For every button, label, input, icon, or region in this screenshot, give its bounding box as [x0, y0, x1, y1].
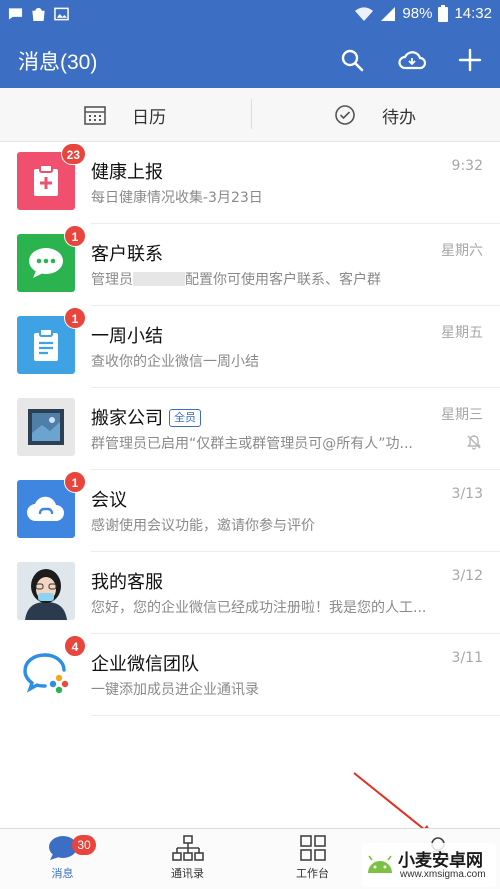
avatar: 4	[17, 635, 86, 702]
avatar: 1	[17, 225, 86, 292]
avatar: 1	[17, 307, 86, 374]
unread-badge: 1	[64, 471, 86, 493]
message-time: 星期六	[441, 243, 483, 259]
wecom-logo-icon	[23, 653, 69, 694]
plus-icon	[458, 48, 482, 72]
search-button[interactable]	[336, 44, 368, 76]
message-row-wecom-team[interactable]: 4 企业微信团队 一键添加成员进企业通讯录 3/11	[0, 634, 500, 716]
message-title: 一周小结	[91, 326, 163, 347]
message-time: 星期五	[441, 325, 483, 341]
battery-icon	[438, 5, 449, 22]
message-row-meeting[interactable]: 1 会议 感谢使用会议功能，邀请你参与评价 3/13	[0, 470, 500, 552]
avatar: 1	[17, 471, 86, 538]
message-preview: 感谢使用会议功能，邀请你参与评价	[91, 518, 315, 534]
message-title: 会议	[91, 490, 127, 511]
avatar	[17, 398, 75, 456]
message-preview-part-a: 管理员	[91, 272, 133, 288]
redacted-block	[133, 272, 185, 286]
message-row-health-report[interactable]: 23 健康上报 每日健康情况收集-3月23日 9:32	[0, 142, 500, 224]
cloud-icon	[398, 51, 426, 70]
message-time: 3/12	[451, 568, 483, 584]
tab-label: 消息	[51, 867, 74, 880]
wifi-icon	[355, 6, 374, 21]
message-preview: 每日健康情况收集-3月23日	[91, 190, 263, 206]
signal-icon	[381, 6, 396, 21]
message-preview: 查收你的企业微信一周小结	[91, 354, 259, 370]
avatar	[17, 562, 75, 620]
message-title: 客户联系	[91, 244, 163, 265]
bell-off-icon	[467, 435, 481, 450]
check-circle-icon	[335, 105, 355, 125]
message-row-weekly-summary[interactable]: 1 一周小结 查收你的企业微信一周小结 星期五	[0, 306, 500, 388]
unread-badge: 1	[64, 307, 86, 329]
search-icon	[341, 49, 364, 72]
image-icon	[54, 7, 69, 21]
watermark-url: www.xmsigma.com	[400, 869, 486, 880]
group-name: 搬家公司	[91, 408, 163, 429]
row-divider	[91, 715, 500, 716]
avatar: 23	[17, 143, 86, 210]
message-preview: 您好，您的企业微信已经成功注册啦！我是您的人工...	[91, 600, 427, 616]
watermark-title: 小麦安卓网	[398, 851, 483, 871]
message-time: 星期三	[441, 407, 483, 423]
message-title: 我的客服	[91, 572, 163, 593]
todo-label: 待办	[382, 107, 416, 128]
unread-badge: 1	[64, 225, 86, 247]
message-icon	[8, 8, 23, 20]
unread-total-badge: 30	[72, 835, 96, 855]
message-time: 3/13	[451, 486, 483, 502]
meeting-cloud-icon	[26, 496, 65, 522]
unread-badge: 4	[64, 635, 86, 657]
group-avatar-icon	[28, 409, 64, 445]
message-preview: 一键添加成员进企业通讯录	[91, 682, 259, 698]
tab-contacts[interactable]: 通讯录	[125, 829, 250, 889]
tab-label: 工作台	[296, 867, 329, 880]
all-members-tag: 全员	[169, 409, 201, 427]
message-list: 23 健康上报 每日健康情况收集-3月23日 9:32 1 客户联系 管理员 配置…	[0, 142, 500, 716]
bag-icon	[32, 7, 45, 21]
quick-access-bar: 日历 待办	[0, 88, 500, 142]
status-bar: 98% 14:32	[0, 0, 500, 32]
chat-bubble-icon	[29, 248, 63, 278]
service-agent-avatar-icon	[17, 562, 75, 620]
clipboard-icon	[34, 328, 58, 361]
message-row-moving-company-group[interactable]: 搬家公司 全员 群管理员已启用“仅群主或群管理员可@所有人”功... 星期三	[0, 388, 500, 470]
add-button[interactable]	[454, 44, 486, 76]
unread-badge: 23	[60, 143, 86, 165]
cloud-disk-button[interactable]	[396, 44, 428, 76]
clock: 14:32	[454, 5, 492, 22]
tab-messages[interactable]: 30 消息	[0, 829, 125, 889]
calendar-icon	[84, 106, 106, 125]
todo-button[interactable]: 待办	[250, 88, 500, 142]
watermark-logo: 小麦安卓网 www.xmsigma.com	[362, 843, 496, 887]
app-header: 消息(30)	[0, 32, 500, 88]
tab-workbench[interactable]: 工作台	[250, 829, 375, 889]
page-title: 消息(30)	[18, 51, 98, 74]
battery-level: 98%	[402, 5, 433, 22]
message-preview: 群管理员已启用“仅群主或群管理员可@所有人”功...	[91, 436, 413, 452]
message-time: 9:32	[451, 158, 483, 174]
calendar-button[interactable]: 日历	[0, 88, 250, 142]
message-row-customer-contact[interactable]: 1 客户联系 管理员 配置你可使用客户联系、客户群 星期六	[0, 224, 500, 306]
message-row-customer-service[interactable]: 我的客服 您好，您的企业微信已经成功注册啦！我是您的人工... 3/12	[0, 552, 500, 634]
workbench-grid-icon	[299, 835, 326, 861]
contacts-tree-icon	[171, 835, 204, 861]
message-title: 搬家公司 全员	[91, 404, 201, 430]
calendar-label: 日历	[132, 107, 166, 128]
tab-label: 通讯录	[171, 867, 204, 880]
message-time: 3/11	[451, 650, 483, 666]
health-report-icon	[34, 164, 58, 196]
message-title: 企业微信团队	[91, 654, 199, 675]
message-preview-part-b: 配置你可使用客户联系、客户群	[185, 272, 381, 288]
message-preview: 管理员 配置你可使用客户联系、客户群	[91, 269, 436, 289]
message-title: 健康上报	[91, 162, 163, 183]
